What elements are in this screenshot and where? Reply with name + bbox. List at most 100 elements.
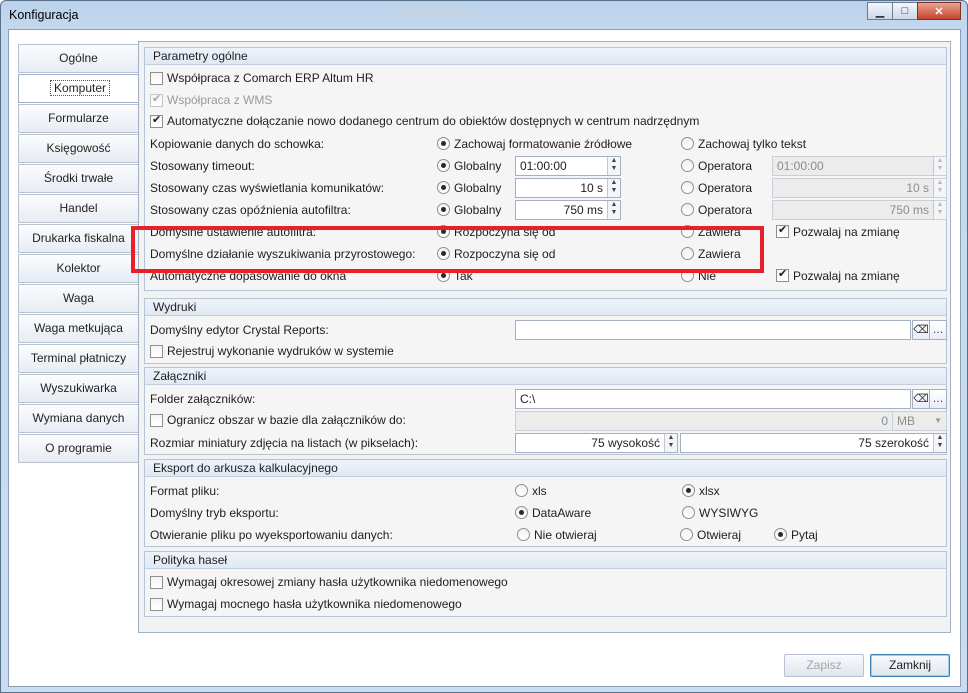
msg-global-label: Globalny <box>454 181 502 195</box>
open-yes-radio[interactable] <box>680 528 693 541</box>
timeout-operator-input[interactable]: 01:00:00 ▲ ▼ <box>772 156 947 176</box>
msg-operator-radio[interactable] <box>681 181 694 194</box>
thumb-height-spin[interactable]: ▲ ▼ <box>664 434 677 452</box>
editor-input[interactable] <box>515 320 911 340</box>
erp-altum-checkbox[interactable] <box>150 72 163 85</box>
tab-12[interactable]: Wymiana danych <box>18 404 139 433</box>
open-ask-label: Pytaj <box>791 528 818 542</box>
eraser-icon[interactable]: ⌫ <box>912 320 930 340</box>
close-icon[interactable]: ✕ <box>917 2 961 20</box>
autofilter-start-radio[interactable] <box>437 225 450 238</box>
window-title: Konfiguracja <box>9 8 79 22</box>
delay-operator-input[interactable]: 750 ms ▲ ▼ <box>772 200 947 220</box>
format-xlsx-radio[interactable] <box>682 484 695 497</box>
delay-global-label: Globalny <box>454 203 502 217</box>
auto-attach-checkbox[interactable] <box>150 113 163 128</box>
limit-value: 0 <box>881 414 888 428</box>
thumb-height-input[interactable]: 75 wysokość ▲ ▼ <box>515 433 678 453</box>
folder-browse-icon[interactable]: … <box>929 389 947 409</box>
strong-checkbox[interactable] <box>150 598 163 611</box>
limit-unit-select[interactable]: MB ▼ <box>892 411 947 431</box>
mode-wysiwyg-radio[interactable] <box>682 506 695 519</box>
tab-8[interactable]: Waga <box>18 284 139 313</box>
open-yes-label: Otwieraj <box>697 528 742 542</box>
format-xls-radio[interactable] <box>515 484 528 497</box>
save-button[interactable]: Zapisz <box>784 654 864 677</box>
row-format: Format pliku: xls xlsx <box>145 480 948 502</box>
tab-6[interactable]: Drukarka fiskalna <box>18 224 139 253</box>
thumb-height-value: 75 wysokość <box>591 436 660 450</box>
delay-operator-spin[interactable]: ▲ ▼ <box>933 201 946 219</box>
tab-label: Formularze <box>48 111 109 125</box>
row-timeout: Stosowany timeout: Globalny 01:00:00 ▲ ▼ O… <box>145 155 948 177</box>
incremental-contains-radio[interactable] <box>681 247 694 260</box>
delay-global-radio[interactable] <box>437 203 450 216</box>
close-button[interactable]: Zamknij <box>870 654 950 677</box>
delay-global-value: 750 ms <box>563 203 603 217</box>
tab-11[interactable]: Wyszukiwarka <box>18 374 139 403</box>
open-ask-radio[interactable] <box>774 528 787 541</box>
mode-dataaware-radio[interactable] <box>515 506 528 519</box>
msg-label: Stosowany czas wyświetlania komunikatów: <box>150 181 385 195</box>
tab-10[interactable]: Terminal płatniczy <box>18 344 139 373</box>
copy-format-radio[interactable] <box>437 137 450 150</box>
incremental-start-label: Rozpoczyna się od <box>454 247 556 261</box>
delay-operator-radio[interactable] <box>681 203 694 216</box>
limit-input[interactable]: 0 <box>515 411 893 431</box>
timeout-operator-radio[interactable] <box>681 159 694 172</box>
autofit-yes-radio[interactable] <box>437 269 450 282</box>
limit-label: Ogranicz obszar w bazie dla załączników … <box>167 413 406 427</box>
folder-eraser-icon[interactable]: ⌫ <box>912 389 930 409</box>
thumb-width-spin[interactable]: ▲ ▼ <box>933 434 946 452</box>
minimize-icon[interactable]: ▁ <box>867 2 893 20</box>
copy-text-radio[interactable] <box>681 137 694 150</box>
thumb-width-input[interactable]: 75 szerokość ▲ ▼ <box>680 433 947 453</box>
msg-global-radio[interactable] <box>437 181 450 194</box>
autofit-label: Automatyczne dopasowanie do okna <box>150 269 347 283</box>
autofit-allow-checkbox[interactable] <box>776 267 789 282</box>
group-export: Eksport do arkusza kalkulacyjnego Format… <box>144 459 947 547</box>
tab-1[interactable]: Komputer <box>18 74 142 103</box>
autofilter-contains-radio[interactable] <box>681 225 694 238</box>
timeout-global-input[interactable]: 01:00:00 ▲ ▼ <box>515 156 621 176</box>
tab-2[interactable]: Formularze <box>18 104 139 133</box>
row-autofit: Automatyczne dopasowanie do okna Tak Nie… <box>145 265 948 287</box>
delay-operator-value: 750 ms <box>889 203 929 217</box>
open-no-radio[interactable] <box>517 528 530 541</box>
delay-global-spin[interactable]: ▲ ▼ <box>607 201 620 219</box>
tab-5[interactable]: Handel <box>18 194 139 223</box>
periodic-checkbox[interactable] <box>150 576 163 589</box>
mode-dataaware-label: DataAware <box>532 506 592 520</box>
browse-icon[interactable]: … <box>929 320 947 340</box>
wms-checkbox[interactable] <box>150 92 163 107</box>
autofilter-allow-checkbox[interactable] <box>776 223 789 238</box>
timeout-global-label: Globalny <box>454 159 502 173</box>
limit-checkbox[interactable] <box>150 414 163 427</box>
row-strong: Wymagaj mocnego hasła użytkownika niedom… <box>145 594 948 616</box>
delay-global-input[interactable]: 750 ms ▲ ▼ <box>515 200 621 220</box>
autofit-no-radio[interactable] <box>681 269 694 282</box>
register-checkbox[interactable] <box>150 345 163 358</box>
tab-label: Waga metkująca <box>34 321 123 335</box>
msg-operator-spin[interactable]: ▲ ▼ <box>933 179 946 197</box>
tab-0[interactable]: Ogólne <box>18 44 139 73</box>
tab-label: Wyszukiwarka <box>40 381 117 395</box>
wms-label: Współpraca z WMS <box>167 93 273 107</box>
tab-9[interactable]: Waga metkująca <box>18 314 139 343</box>
tab-4[interactable]: Środki trwałe <box>18 164 139 193</box>
timeout-operator-spin[interactable]: ▲ ▼ <box>933 157 946 175</box>
msg-global-spin[interactable]: ▲ ▼ <box>607 179 620 197</box>
tab-13[interactable]: O programie <box>18 434 139 463</box>
incremental-start-radio[interactable] <box>437 247 450 260</box>
strong-label: Wymagaj mocnego hasła użytkownika niedom… <box>167 597 462 611</box>
folder-input[interactable]: C:\ <box>515 389 911 409</box>
msg-operator-input[interactable]: 10 s ▲ ▼ <box>772 178 947 198</box>
timeout-global-spin[interactable]: ▲ ▼ <box>607 157 620 175</box>
msg-global-input[interactable]: 10 s ▲ ▼ <box>515 178 621 198</box>
maximize-icon[interactable]: □ <box>892 2 918 20</box>
group-attachments-title: Załączniki <box>145 368 946 385</box>
timeout-global-radio[interactable] <box>437 159 450 172</box>
group-prints: Wydruki Domyślny edytor Crystal Reports:… <box>144 298 947 364</box>
tab-7[interactable]: Kolektor <box>18 254 139 283</box>
tab-3[interactable]: Księgowość <box>18 134 139 163</box>
